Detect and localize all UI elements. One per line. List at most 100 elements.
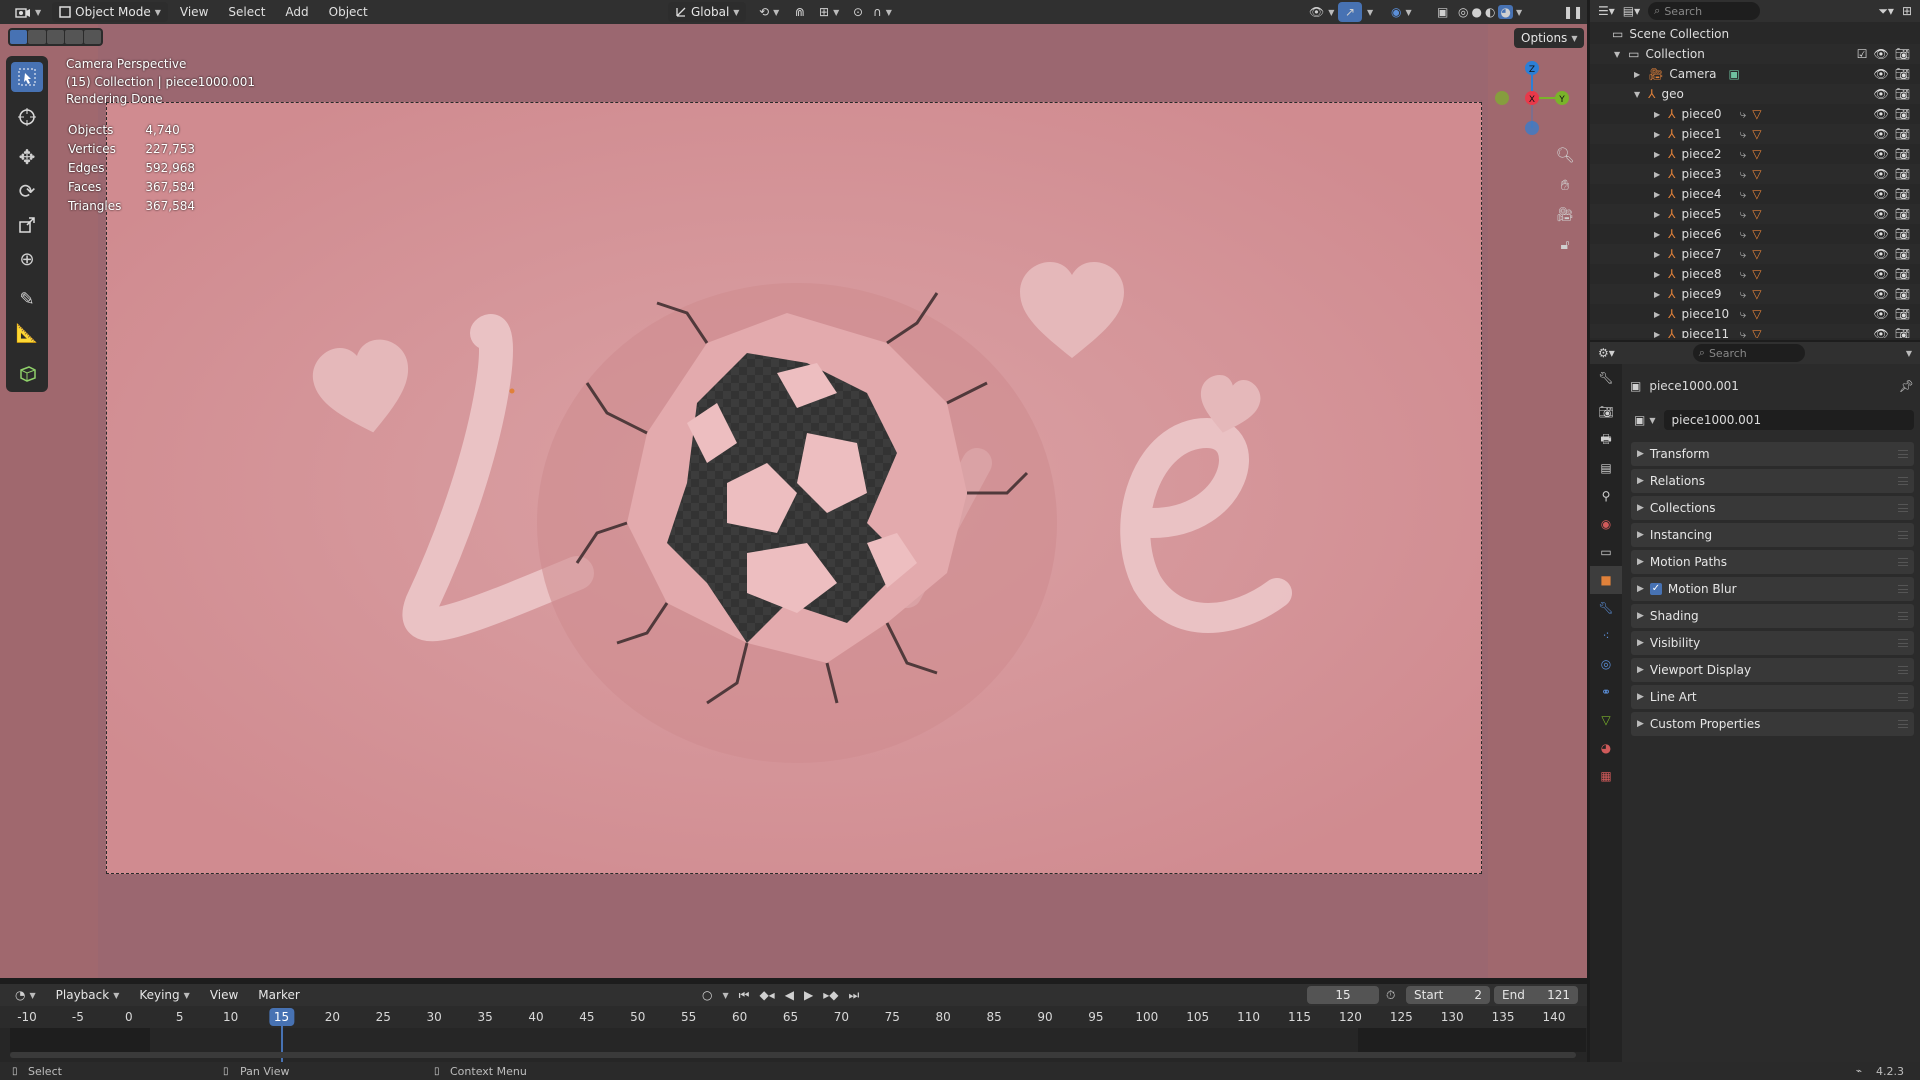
camera-icon[interactable]: 📷︎ xyxy=(1895,187,1910,201)
object-name-field[interactable]: piece1000.001 xyxy=(1663,410,1914,430)
current-frame-marker[interactable]: 15 xyxy=(268,1008,295,1026)
eye-icon[interactable]: 👁 xyxy=(1874,227,1889,241)
piece-row[interactable]: ▶ ⅄ piece4 ⤷ ▽ 👁 📷︎ xyxy=(1590,184,1920,204)
tab-material[interactable]: ◕ xyxy=(1590,734,1622,762)
timeline-editor-type[interactable]: ◔ ▼ xyxy=(8,985,43,1005)
chevron-down-icon[interactable]: ▼ xyxy=(1634,90,1640,99)
eye-icon[interactable]: 👁 xyxy=(1874,147,1889,161)
select-subtract-button[interactable] xyxy=(46,30,65,44)
checkbox-icon[interactable]: ☑ xyxy=(1857,47,1868,61)
orientation-select[interactable]: Global ▼ xyxy=(668,2,747,22)
panel-motion-paths[interactable]: ▶ Motion Paths xyxy=(1631,550,1914,574)
panel-viewport-display[interactable]: ▶ Viewport Display xyxy=(1631,658,1914,682)
panel-collections[interactable]: ▶ Collections xyxy=(1631,496,1914,520)
tab-particles[interactable]: ⁖ xyxy=(1590,622,1622,650)
camera-icon[interactable]: 📷︎ xyxy=(1895,127,1910,141)
panel-line-art[interactable]: ▶ Line Art xyxy=(1631,685,1914,709)
transform-tool[interactable]: ⊕ xyxy=(11,244,43,274)
tab-world[interactable]: ◉ xyxy=(1590,510,1622,538)
chevron-right-icon[interactable]: ▶ xyxy=(1654,130,1660,139)
camera-row[interactable]: ▶ 🎥︎ Camera ▣ 👁 📷︎ xyxy=(1590,64,1920,84)
select-new-button[interactable] xyxy=(10,30,28,44)
outliner-search[interactable]: ⌕ Search xyxy=(1648,2,1761,20)
camera-icon[interactable]: 📷︎ xyxy=(1895,307,1910,321)
chevron-right-icon[interactable]: ▶ xyxy=(1654,230,1660,239)
overlay-toggle[interactable]: ◉ ▼ xyxy=(1384,2,1419,22)
play-reverse-icon[interactable]: ◀ xyxy=(785,988,794,1002)
snap-target-button[interactable]: ⊞ ▼ xyxy=(812,2,846,22)
move-tool[interactable]: ✥ xyxy=(11,142,43,172)
jump-end-icon[interactable]: ⏭ xyxy=(848,988,859,1003)
chevron-down-icon[interactable]: ▼ xyxy=(1516,8,1522,17)
chevron-right-icon[interactable]: ▶ xyxy=(1654,270,1660,279)
cursor-tool[interactable] xyxy=(11,102,43,132)
camera-icon[interactable]: 📷︎ xyxy=(1895,227,1910,241)
menu-select[interactable]: Select xyxy=(220,5,273,19)
menu-playback[interactable]: Playback ▼ xyxy=(49,985,127,1005)
drag-handle-icon[interactable] xyxy=(1898,666,1908,674)
current-frame-field[interactable]: 15 xyxy=(1307,986,1379,1004)
motion-blur-checkbox[interactable]: ✓ xyxy=(1649,583,1662,595)
piece-row[interactable]: ▶ ⅄ piece5 ⤷ ▽ 👁 📷︎ xyxy=(1590,204,1920,224)
panel-relations[interactable]: ▶ Relations xyxy=(1631,469,1914,493)
piece-row[interactable]: ▶ ⅄ piece0 ⤷ ▽ 👁 📷︎ xyxy=(1590,104,1920,124)
piece-row[interactable]: ▶ ⅄ piece10 ⤷ ▽ 👁 📷︎ xyxy=(1590,304,1920,324)
eye-icon[interactable]: 👁 xyxy=(1874,187,1889,201)
drag-handle-icon[interactable] xyxy=(1898,477,1908,485)
record-icon[interactable]: ○ xyxy=(702,988,712,1002)
chevron-right-icon[interactable]: ▶ xyxy=(1654,170,1660,179)
piece-row[interactable]: ▶ ⅄ piece1 ⤷ ▽ 👁 📷︎ xyxy=(1590,124,1920,144)
panel-motion-blur[interactable]: ▶ ✓ Motion Blur xyxy=(1631,577,1914,601)
filter-icon[interactable]: ⏷▾ xyxy=(1878,4,1894,19)
panel-custom-properties[interactable]: ▶ Custom Properties xyxy=(1631,712,1914,736)
rendered-shading-icon[interactable]: ◕ xyxy=(1498,5,1513,19)
camera-icon[interactable]: 📷︎ xyxy=(1895,247,1910,261)
piece-row[interactable]: ▶ ⅄ piece7 ⤷ ▽ 👁 📷︎ xyxy=(1590,244,1920,264)
eye-icon[interactable]: 👁 xyxy=(1874,247,1889,261)
object-browse-button[interactable]: ▣ ▼ xyxy=(1630,410,1660,430)
scale-tool[interactable] xyxy=(11,210,43,240)
display-mode-icon[interactable]: ▤▾ xyxy=(1623,4,1640,18)
camera-icon[interactable]: 📷︎ xyxy=(1895,147,1910,161)
pivot-button[interactable]: ⟲ ▼ xyxy=(752,2,786,22)
tab-texture[interactable]: ▦ xyxy=(1590,762,1622,790)
menu-add[interactable]: Add xyxy=(277,5,316,19)
solid-shading-icon[interactable]: ● xyxy=(1471,5,1481,19)
xray-toggle[interactable]: ▣ xyxy=(1430,2,1455,22)
falloff-button[interactable]: ∩ ▼ xyxy=(866,2,899,22)
drag-handle-icon[interactable] xyxy=(1898,558,1908,566)
camera-icon[interactable]: 📷︎ xyxy=(1895,67,1910,81)
panel-transform[interactable]: ▶ Transform xyxy=(1631,442,1914,466)
lock-camera-button[interactable]: 🔓︎ xyxy=(1553,234,1577,256)
chevron-right-icon[interactable]: ▶ xyxy=(1654,250,1660,259)
piece-row[interactable]: ▶ ⅄ piece6 ⤷ ▽ 👁 📷︎ xyxy=(1590,224,1920,244)
tab-tool[interactable]: 🔧︎ xyxy=(1590,364,1622,392)
chevron-right-icon[interactable]: ▶ xyxy=(1654,310,1660,319)
camera-frame[interactable] xyxy=(106,102,1482,874)
drag-handle-icon[interactable] xyxy=(1898,639,1908,647)
eye-icon[interactable]: 👁 xyxy=(1874,327,1889,338)
tab-object[interactable]: ■ xyxy=(1590,566,1622,594)
chevron-right-icon[interactable]: ▶ xyxy=(1654,210,1660,219)
select-extend-button[interactable] xyxy=(28,30,46,44)
pan-button[interactable]: ✋︎ xyxy=(1553,174,1577,196)
wireframe-shading-icon[interactable]: ◎ xyxy=(1458,5,1468,19)
piece-row[interactable]: ▶ ⅄ piece8 ⤷ ▽ 👁 📷︎ xyxy=(1590,264,1920,284)
menu-view[interactable]: View xyxy=(172,5,216,19)
tab-constraints[interactable]: ⚭ xyxy=(1590,678,1622,706)
rotate-tool[interactable]: ⟳ xyxy=(11,176,43,206)
drag-handle-icon[interactable] xyxy=(1898,612,1908,620)
jump-start-icon[interactable]: ⏮ xyxy=(739,988,750,1003)
tab-collection[interactable]: ▭ xyxy=(1590,538,1622,566)
geo-row[interactable]: ▼ ⅄ geo 👁 📷︎ xyxy=(1590,84,1920,104)
menu-timeline-view[interactable]: View xyxy=(203,985,245,1005)
eye-icon[interactable]: 👁 xyxy=(1874,287,1889,301)
piece-row[interactable]: ▶ ⅄ piece3 ⤷ ▽ 👁 📷︎ xyxy=(1590,164,1920,184)
chevron-right-icon[interactable]: ▶ xyxy=(1654,290,1660,299)
camera-icon[interactable]: 📷︎ xyxy=(1895,167,1910,181)
options-dropdown[interactable]: Options ▼ xyxy=(1514,28,1585,48)
start-frame-field[interactable]: Start 2 xyxy=(1406,986,1490,1004)
annotate-tool[interactable]: ✎ xyxy=(11,284,43,314)
camera-icon[interactable]: 📷︎ xyxy=(1895,267,1910,281)
camera-icon[interactable]: 📷︎ xyxy=(1895,107,1910,121)
